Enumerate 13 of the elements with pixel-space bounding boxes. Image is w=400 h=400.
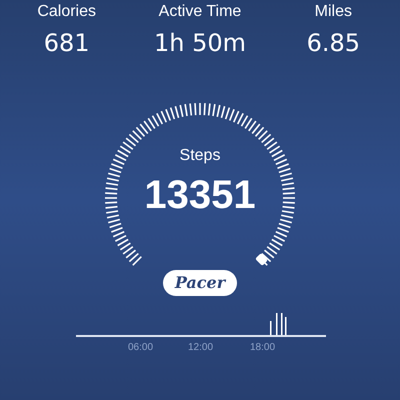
axis-label: 06:00: [128, 341, 154, 355]
gauge-label: Steps: [180, 146, 220, 166]
stat-value: 6.85: [306, 28, 360, 58]
gauge-marker: [255, 253, 268, 266]
step-count: 13351: [144, 172, 256, 218]
pacer-button[interactable]: Pacer: [163, 270, 237, 296]
stat-label: Active Time: [158, 2, 242, 22]
axis-label: 18:00: [250, 341, 276, 355]
stat-value: 681: [44, 28, 90, 58]
stat-label: Calories: [37, 2, 96, 22]
stat-label: Miles: [314, 2, 352, 22]
stat-value: 1h 50m: [154, 28, 246, 58]
axis-label: 12:00: [188, 341, 214, 355]
